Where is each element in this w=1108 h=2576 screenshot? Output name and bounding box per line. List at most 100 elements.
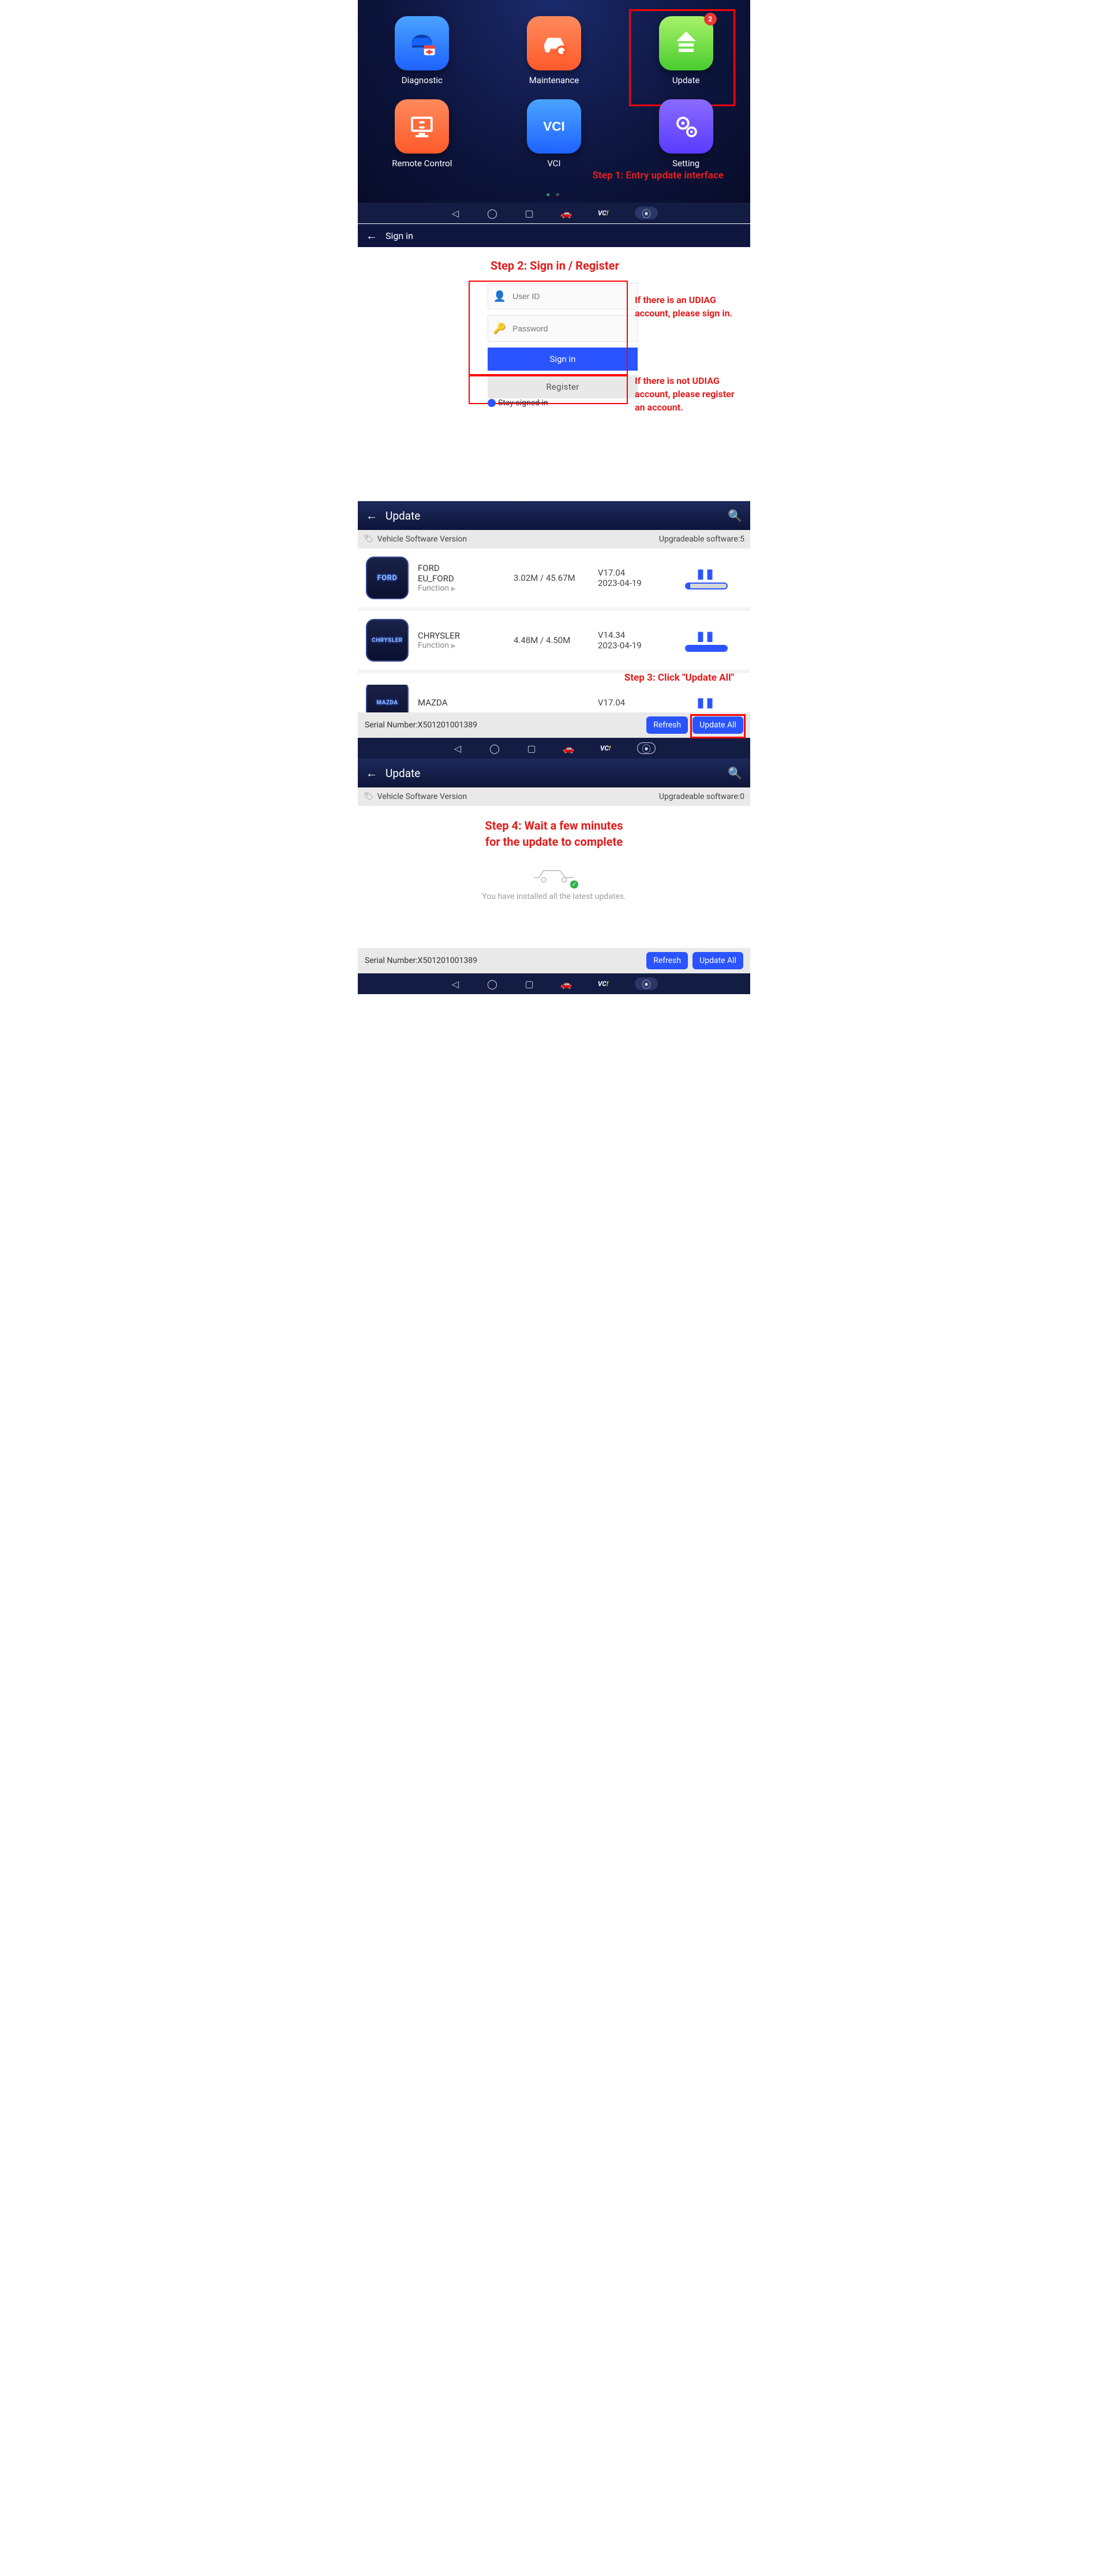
home-screen: Diagnostic Maintenance 2 Update Remote C… (358, 0, 750, 203)
nav-vci-icon[interactable]: VC! (598, 979, 608, 989)
sw-name: FORD (418, 563, 504, 573)
update-footer: Serial Number:X501201001389 Refresh Upda… (358, 712, 750, 738)
nav-home-icon[interactable]: ◯ (487, 208, 497, 218)
step1-label: Step 1: Entry update interface (376, 169, 732, 187)
check-icon: ✓ (570, 880, 578, 888)
sw-version: V17.04 (598, 697, 661, 708)
app-diagnostic[interactable]: Diagnostic (381, 16, 462, 85)
update-subheader: 🏷 Vehicle Software Version Upgradeable s… (358, 787, 750, 806)
register-note: If there is not UDIAG account, please re… (635, 374, 739, 415)
search-icon[interactable]: 🔍 (728, 766, 742, 780)
update-header: ← Update 🔍 (358, 501, 750, 530)
brand-logo: CHRYSLER (366, 619, 409, 662)
step4-label: Step 4: Wait a few minutesfor the update… (485, 817, 623, 850)
signin-highlight (469, 281, 628, 375)
nav-home-icon[interactable]: ◯ (489, 743, 500, 753)
nav-recent-icon[interactable]: ▢ (524, 979, 534, 989)
nav-back-icon[interactable]: ◁ (450, 208, 461, 218)
software-row[interactable]: FORD FORD EU_FORD Function ▶ 3.02M / 45.… (358, 548, 750, 611)
nav-vci-icon[interactable]: VC! (600, 743, 611, 753)
update-title: Update (385, 509, 720, 522)
serial-label: Serial Number: (365, 956, 418, 965)
refresh-button[interactable]: Refresh (646, 952, 688, 969)
nav-car-icon[interactable]: 🚗 (563, 743, 574, 753)
app-setting[interactable]: Setting (646, 99, 727, 169)
subheader-left: Vehicle Software Version (377, 535, 467, 544)
update-subheader: 🏷 Vehicle Software Version Upgradeable s… (358, 530, 750, 548)
app-label: Maintenance (529, 75, 579, 85)
sw-version: V17.04 (598, 568, 661, 578)
update-title: Update (385, 767, 720, 780)
system-navbar: ◁ ◯ ▢ 🚗 VC! ⦿ (358, 973, 750, 994)
maintenance-icon (527, 16, 581, 70)
app-label: VCI (547, 158, 560, 169)
search-icon[interactable]: 🔍 (728, 509, 742, 522)
vci-icon: VCI (527, 99, 581, 154)
function-link[interactable]: Function ▶ (418, 584, 504, 593)
serial-label: Serial Number: (365, 720, 418, 730)
app-label: Setting (672, 158, 699, 169)
nav-car-icon[interactable]: 🚗 (561, 979, 571, 989)
sw-version: V14.34 (598, 630, 661, 640)
nav-car-icon[interactable]: 🚗 (561, 208, 571, 218)
car-done-icon: ✓ (531, 864, 577, 888)
update-icon: 2 (659, 16, 713, 70)
step2-label: Step 2: Sign in / Register (491, 259, 733, 272)
pause-icon[interactable]: ▮▮ (671, 696, 742, 710)
stay-checkbox-icon (488, 399, 496, 407)
chevron-right-icon: ▶ (451, 585, 456, 592)
diagnostic-icon (395, 16, 449, 70)
nav-screenshot-icon[interactable]: ⦿ (635, 207, 658, 219)
progress-bar (685, 583, 728, 589)
update-all-button[interactable]: Update All (692, 952, 743, 969)
chevron-right-icon: ▶ (451, 642, 456, 649)
subheader-right: Upgradeable software:0 (659, 792, 744, 801)
done-message: You have installed all the latest update… (482, 892, 626, 901)
system-navbar: ◁ ◯ ▢ 🚗 VC! ⦿ (358, 203, 750, 223)
nav-screenshot-icon[interactable]: ⦿ (637, 742, 656, 754)
refresh-button[interactable]: Refresh (646, 716, 688, 734)
serial-number: X501201001389 (418, 956, 477, 965)
nav-recent-icon[interactable]: ▢ (526, 743, 537, 753)
system-navbar: ◁ ◯ ▢ 🚗 VC! ⦿ (358, 738, 750, 759)
signin-header: ← Sign in (358, 223, 750, 247)
back-arrow-icon[interactable]: ← (366, 229, 377, 243)
back-arrow-icon[interactable]: ← (366, 766, 377, 781)
signin-note: If there is an UDIAG account, please sig… (635, 293, 739, 320)
software-row[interactable]: CHRYSLER CHRYSLER Function ▶ 4.48M / 4.5… (358, 611, 750, 673)
signin-screen: Step 2: Sign in / Register 👤 🔑 Sign in R… (358, 247, 750, 472)
brand-logo: MAZDA (366, 685, 409, 712)
subheader-left: Vehicle Software Version (377, 792, 467, 801)
nav-back-icon[interactable]: ◁ (452, 743, 463, 753)
tag-icon: 🏷 (364, 792, 374, 801)
sw-size: 4.48M / 4.50M (514, 635, 589, 645)
app-remote-control[interactable]: Remote Control (381, 99, 462, 169)
step3-highlight (690, 714, 746, 738)
subheader-right: Upgradeable software:5 (659, 535, 744, 544)
pause-icon[interactable]: ▮▮ (671, 567, 742, 581)
tag-icon: 🏷 (364, 535, 374, 544)
setting-icon (659, 99, 713, 154)
nav-vci-icon[interactable]: VC! (598, 208, 608, 218)
nav-screenshot-icon[interactable]: ⦿ (635, 977, 658, 990)
app-vci[interactable]: VCI VCI (514, 99, 594, 169)
back-arrow-icon[interactable]: ← (366, 509, 377, 523)
progress-bar (685, 645, 728, 652)
serial-number: X501201001389 (418, 720, 477, 730)
function-link[interactable]: Function ▶ (418, 641, 504, 650)
signin-header-title: Sign in (385, 230, 413, 241)
nav-recent-icon[interactable]: ▢ (524, 208, 534, 218)
step3-label: Step 3: Click "Update All" (358, 672, 750, 685)
nav-back-icon[interactable]: ◁ (450, 979, 461, 989)
update-footer: Serial Number:X501201001389 Refresh Upda… (358, 948, 750, 973)
sw-name: CHRYSLER (418, 630, 504, 641)
app-maintenance[interactable]: Maintenance (514, 16, 594, 85)
software-row[interactable]: MAZDA MAZDA V17.04 ▮▮ (358, 685, 750, 712)
sw-name: MAZDA (418, 697, 504, 708)
nav-home-icon[interactable]: ◯ (487, 979, 497, 989)
update-complete-area: Step 4: Wait a few minutesfor the update… (358, 806, 750, 948)
sw-date: 2023-04-19 (598, 578, 661, 588)
sw-date: 2023-04-19 (598, 640, 661, 651)
page-indicator: ● ○ (376, 187, 732, 200)
pause-icon[interactable]: ▮▮ (671, 629, 742, 644)
